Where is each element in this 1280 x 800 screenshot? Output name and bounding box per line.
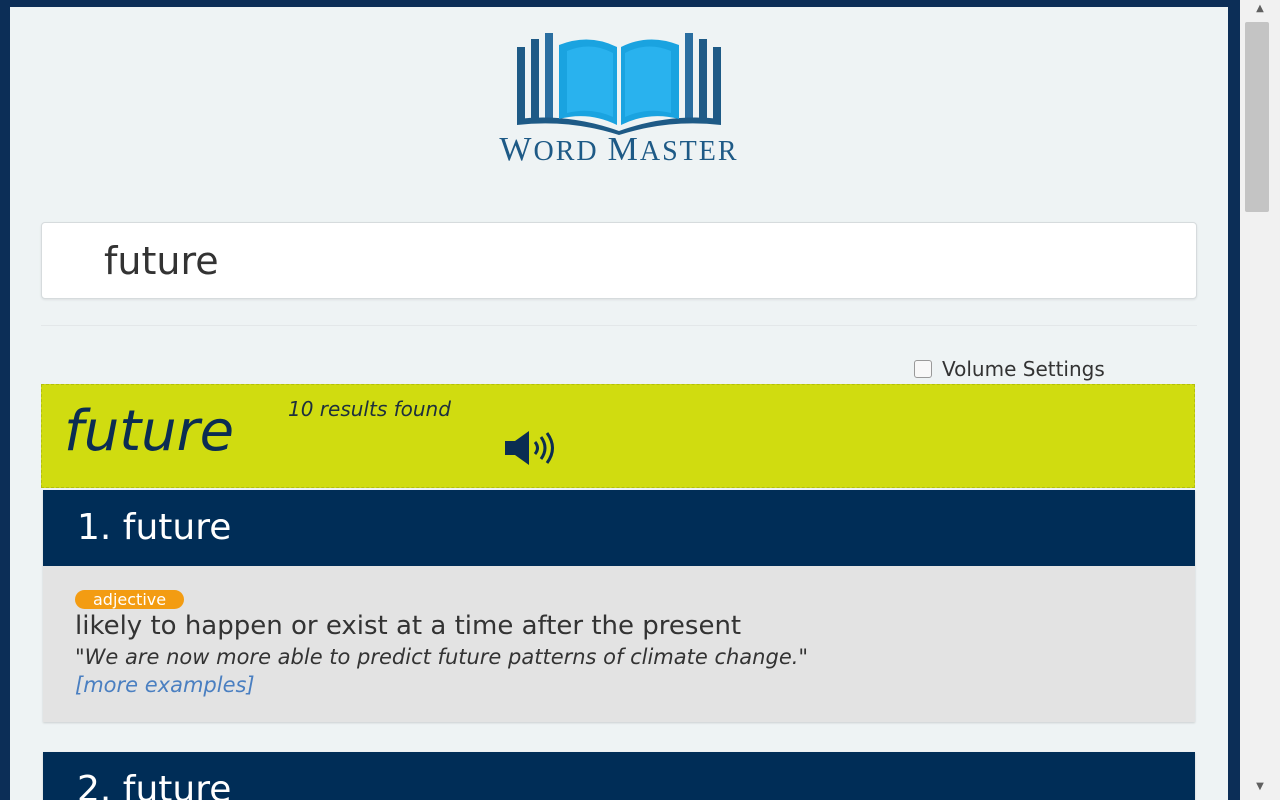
result-card: 2. future	[43, 752, 1195, 800]
divider	[41, 325, 1197, 326]
result-heading: 1. future	[43, 490, 1195, 566]
scroll-down-arrow-icon[interactable]: ▼	[1250, 780, 1270, 794]
part-of-speech-badge: adjective	[75, 590, 185, 609]
example-sentence: "We are now more able to predict future …	[75, 645, 809, 669]
window-frame-left	[0, 0, 10, 800]
logo-word-part: ASTER	[639, 136, 739, 167]
scroll-up-arrow-icon[interactable]: ▲	[1250, 2, 1270, 16]
vertical-scrollbar[interactable]: ▲ ▼	[1240, 0, 1280, 800]
search-box	[41, 222, 1197, 299]
app-logo-text: WORD MASTER	[10, 131, 1228, 169]
word-banner: future 10 results found	[41, 384, 1195, 488]
logo-letter: M	[607, 131, 640, 168]
app-logo: WORD MASTER	[10, 25, 1228, 169]
scrollbar-thumb[interactable]	[1245, 22, 1269, 212]
results-count: 10 results found	[288, 397, 451, 421]
dictionary-panel: WORD MASTER Volume Settings future 10 re…	[10, 7, 1228, 800]
book-logo-icon	[517, 33, 721, 135]
window-frame-right	[1228, 0, 1240, 800]
definition-text: likely to happen or exist at a time afte…	[75, 611, 742, 641]
window-frame-top	[0, 0, 1240, 7]
logo-word-part: ORD	[533, 136, 599, 167]
search-input[interactable]	[102, 237, 1166, 285]
volume-settings-label: Volume Settings	[942, 357, 1105, 381]
result-card: 1. future adjective likely to happen or …	[43, 490, 1195, 722]
volume-settings-checkbox[interactable]	[914, 360, 932, 378]
result-heading: 2. future	[43, 752, 1195, 800]
more-examples-link[interactable]: [more examples]	[75, 673, 1163, 697]
volume-settings[interactable]: Volume Settings	[914, 357, 1105, 381]
searched-word-title: future	[64, 399, 235, 464]
logo-letter: W	[499, 131, 534, 168]
result-body: adjective likely to happen or exist at a…	[43, 566, 1195, 717]
speaker-icon[interactable]	[505, 431, 565, 465]
